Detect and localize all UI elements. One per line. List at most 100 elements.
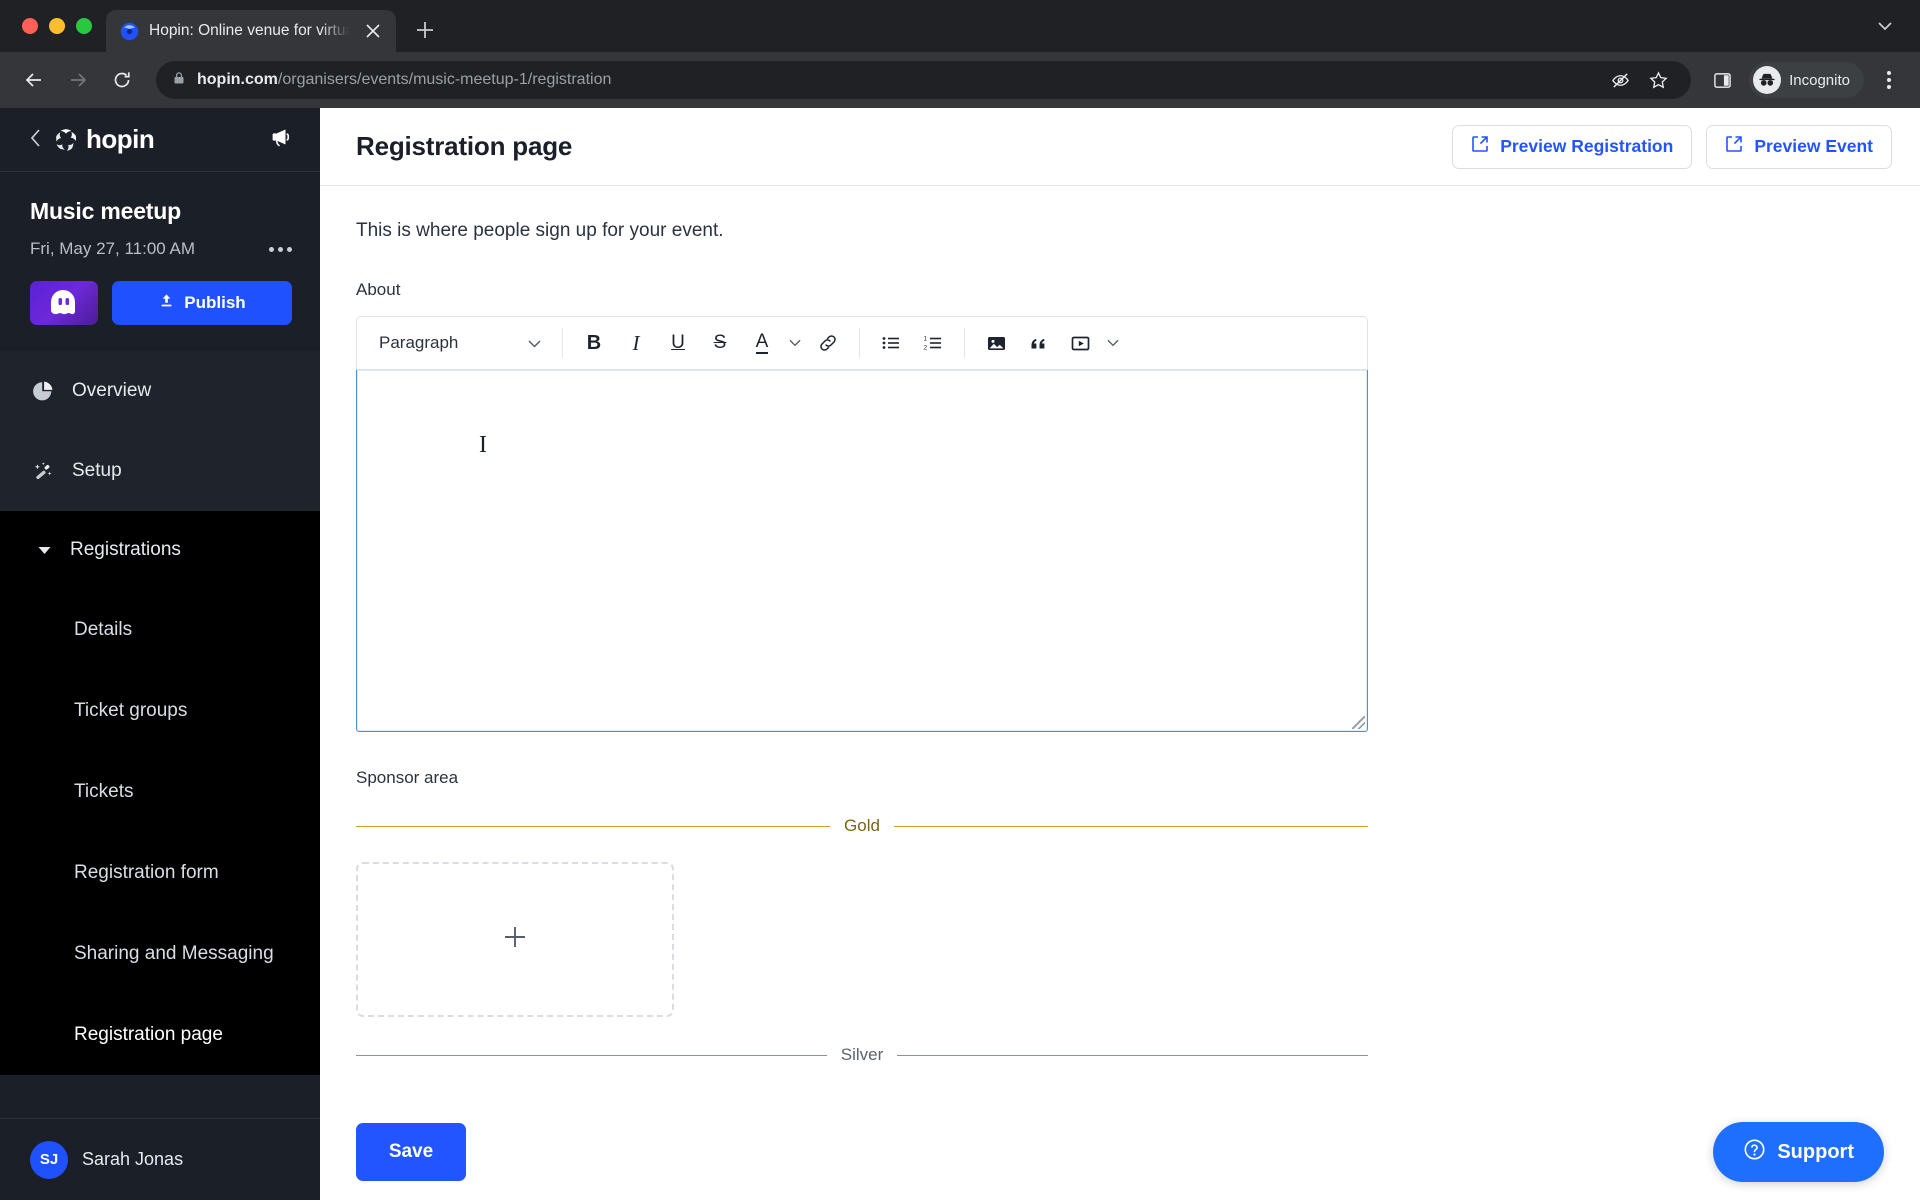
preview-registration-button[interactable]: Preview Registration bbox=[1452, 124, 1693, 169]
hopin-logo-icon bbox=[53, 127, 79, 153]
divider-line bbox=[897, 1054, 1369, 1056]
chevron-down-icon[interactable] bbox=[1868, 9, 1902, 43]
profile-chip[interactable]: Incognito bbox=[1749, 62, 1864, 98]
pie-chart-icon bbox=[30, 380, 56, 402]
omnibox-actions bbox=[1603, 63, 1675, 97]
forward-button[interactable] bbox=[58, 60, 98, 100]
sidebar-item-registration-form[interactable]: Registration form bbox=[0, 832, 320, 913]
video-embed-chevron-down-icon[interactable] bbox=[1102, 323, 1124, 363]
sidebar-subitem-label: Registration form bbox=[74, 861, 219, 883]
editor-resize-handle[interactable] bbox=[1352, 716, 1365, 729]
sponsor-tier-silver-divider: Silver bbox=[356, 1045, 1369, 1065]
text-color-button[interactable]: A bbox=[742, 323, 782, 363]
header-actions: Preview Registration Preview Event bbox=[1452, 124, 1892, 169]
strikethrough-glyph: S bbox=[713, 332, 727, 353]
text-color-glyph: A bbox=[755, 331, 769, 354]
sidebar-subitem-label: Ticket groups bbox=[74, 699, 188, 721]
image-icon[interactable] bbox=[976, 323, 1016, 363]
sidebar-header: hopin bbox=[0, 108, 320, 172]
sidebar-item-ticket-groups[interactable]: Ticket groups bbox=[0, 670, 320, 751]
toolbar-divider bbox=[859, 328, 860, 358]
content-footer: Save Support bbox=[320, 1104, 1920, 1200]
external-link-icon bbox=[1471, 135, 1489, 158]
minimize-window-button[interactable] bbox=[49, 18, 65, 34]
upload-icon bbox=[158, 292, 175, 314]
page-viewport: hopin Music meetup Fri, May 27, 11:00 AM bbox=[0, 108, 1920, 1200]
strikethrough-button[interactable]: S bbox=[700, 323, 740, 363]
blockquote-icon[interactable] bbox=[1018, 323, 1058, 363]
lock-icon bbox=[172, 71, 186, 90]
side-panel-icon[interactable] bbox=[1705, 63, 1739, 97]
page-description: This is where people sign up for your ev… bbox=[356, 220, 724, 241]
publish-label: Publish bbox=[184, 293, 246, 312]
chevron-left-icon[interactable] bbox=[30, 129, 41, 150]
sponsor-tier-label: Gold bbox=[844, 816, 880, 835]
eye-off-icon[interactable] bbox=[1603, 63, 1637, 97]
add-sponsor-gold-slot[interactable] bbox=[356, 862, 674, 1017]
sidebar-item-overview[interactable]: Overview bbox=[0, 351, 320, 431]
star-icon[interactable] bbox=[1641, 63, 1675, 97]
event-actions: Publish bbox=[0, 259, 320, 351]
plus-icon bbox=[502, 922, 528, 958]
save-button[interactable]: Save bbox=[356, 1123, 466, 1181]
divider-line bbox=[356, 1054, 827, 1056]
sidebar-subitem-label: Details bbox=[74, 618, 133, 640]
block-format-value: Paragraph bbox=[379, 333, 459, 352]
sidebar-item-details[interactable]: Details bbox=[0, 589, 320, 670]
sidebar-group-toggle[interactable]: Registrations bbox=[0, 511, 320, 589]
brand-name: hopin bbox=[86, 124, 155, 154]
sidebar-item-setup[interactable]: Setup bbox=[0, 431, 320, 511]
sponsor-tier-label: Silver bbox=[840, 1045, 884, 1064]
video-embed-icon[interactable] bbox=[1060, 323, 1100, 363]
close-window-button[interactable] bbox=[22, 18, 38, 34]
toolbar-divider bbox=[964, 328, 965, 358]
tab-strip: Hopin: Online venue for virtual bbox=[0, 0, 1920, 52]
new-tab-button[interactable] bbox=[406, 11, 444, 49]
numbered-list-button[interactable]: 1 2 bbox=[913, 323, 953, 363]
ellipsis-icon[interactable] bbox=[269, 246, 292, 252]
about-textarea[interactable]: I bbox=[356, 370, 1368, 732]
browser-toolbar: hopin.com/organisers/events/music-meetup… bbox=[0, 52, 1920, 108]
reload-button[interactable] bbox=[102, 60, 142, 100]
sidebar-item-registration-page[interactable]: Registration page bbox=[0, 994, 320, 1075]
browser-window: Hopin: Online venue for virtual hopin.co… bbox=[0, 0, 1920, 1200]
ghost-avatar-icon[interactable] bbox=[30, 281, 98, 325]
magic-wand-icon bbox=[30, 460, 56, 482]
event-date: Fri, May 27, 11:00 AM bbox=[30, 239, 196, 258]
bold-button[interactable]: B bbox=[574, 323, 614, 363]
block-format-select[interactable]: Paragraph bbox=[369, 323, 551, 363]
publish-button[interactable]: Publish bbox=[112, 281, 292, 325]
sidebar-user[interactable]: SJ Sarah Jonas bbox=[0, 1118, 320, 1200]
browser-tab[interactable]: Hopin: Online venue for virtual bbox=[106, 10, 396, 52]
sidebar-item-tickets[interactable]: Tickets bbox=[0, 751, 320, 832]
three-dots-vertical-icon[interactable] bbox=[1872, 63, 1906, 97]
italic-button[interactable]: I bbox=[616, 323, 656, 363]
support-button[interactable]: Support bbox=[1713, 1122, 1884, 1182]
avatar: SJ bbox=[30, 1140, 68, 1179]
back-button[interactable] bbox=[14, 60, 54, 100]
text-color-chevron-down-icon[interactable] bbox=[784, 323, 806, 363]
event-summary: Music meetup Fri, May 27, 11:00 AM bbox=[0, 172, 320, 259]
content-body: This is where people sign up for your ev… bbox=[320, 186, 1920, 1200]
sidebar-item-sharing-and-messaging[interactable]: Sharing and Messaging bbox=[0, 913, 320, 994]
underline-button[interactable]: U bbox=[658, 323, 698, 363]
support-label: Support bbox=[1777, 1140, 1854, 1163]
caret-down-icon bbox=[34, 546, 54, 555]
toolbar-divider bbox=[562, 328, 563, 358]
hopin-brand[interactable]: hopin bbox=[53, 124, 155, 155]
preview-registration-label: Preview Registration bbox=[1500, 136, 1674, 156]
event-name: Music meetup bbox=[30, 198, 181, 224]
preview-event-button[interactable]: Preview Event bbox=[1706, 124, 1892, 169]
chevron-down-icon bbox=[528, 333, 541, 353]
sidebar-item-label: Setup bbox=[72, 460, 122, 481]
megaphone-icon[interactable] bbox=[268, 124, 294, 155]
bulleted-list-button[interactable] bbox=[871, 323, 911, 363]
underline-glyph: U bbox=[671, 332, 685, 353]
about-editor: Paragraph B I U S A 1 2 I bbox=[356, 316, 1368, 732]
maximize-window-button[interactable] bbox=[76, 18, 92, 34]
link-button[interactable] bbox=[808, 323, 848, 363]
window-traffic-lights bbox=[14, 0, 106, 52]
close-icon[interactable] bbox=[360, 18, 386, 44]
content-header: Registration page Preview Registration P… bbox=[320, 108, 1920, 186]
address-bar[interactable]: hopin.com/organisers/events/music-meetup… bbox=[156, 61, 1692, 99]
